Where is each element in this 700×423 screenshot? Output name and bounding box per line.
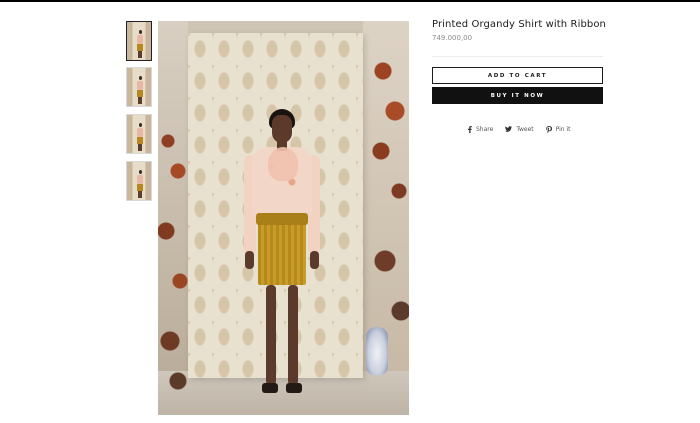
- product-title: Printed Organdy Shirt with Ribbon: [432, 19, 606, 30]
- main-product-image[interactable]: [158, 21, 409, 415]
- gallery-thumbnail-4[interactable]: [126, 161, 152, 201]
- model-figure: [238, 109, 328, 409]
- thumbnail-model: [137, 76, 143, 104]
- share-pinterest-link[interactable]: Pin it: [545, 125, 571, 133]
- share-facebook-link[interactable]: Share: [468, 125, 494, 133]
- social-sharing: Share Tweet Pin it: [468, 124, 571, 134]
- autumn-leaves-left: [158, 111, 192, 401]
- pinterest-icon: [545, 125, 552, 133]
- top-border: [0, 0, 700, 2]
- autumn-leaves-right: [363, 51, 409, 351]
- tweet-label: Tweet: [516, 125, 534, 133]
- thumbnail-model: [137, 170, 143, 198]
- porcelain-vase: [366, 327, 388, 375]
- product-price: 749.000,00: [432, 34, 473, 42]
- gallery-thumbnail-3[interactable]: [126, 114, 152, 154]
- twitter-icon: [505, 126, 513, 132]
- gallery-thumbnail-2[interactable]: [126, 67, 152, 107]
- pin-label: Pin it: [555, 125, 571, 133]
- facebook-icon: [468, 125, 472, 133]
- share-twitter-link[interactable]: Tweet: [505, 125, 534, 133]
- divider: [432, 56, 603, 57]
- add-to-cart-button[interactable]: ADD TO CART: [432, 67, 603, 84]
- thumbnail-model: [137, 123, 143, 151]
- share-label: Share: [476, 125, 494, 133]
- thumbnail-model: [137, 30, 143, 58]
- buy-it-now-button[interactable]: BUY IT NOW: [432, 87, 603, 104]
- gallery-thumbnail-1[interactable]: [126, 21, 152, 61]
